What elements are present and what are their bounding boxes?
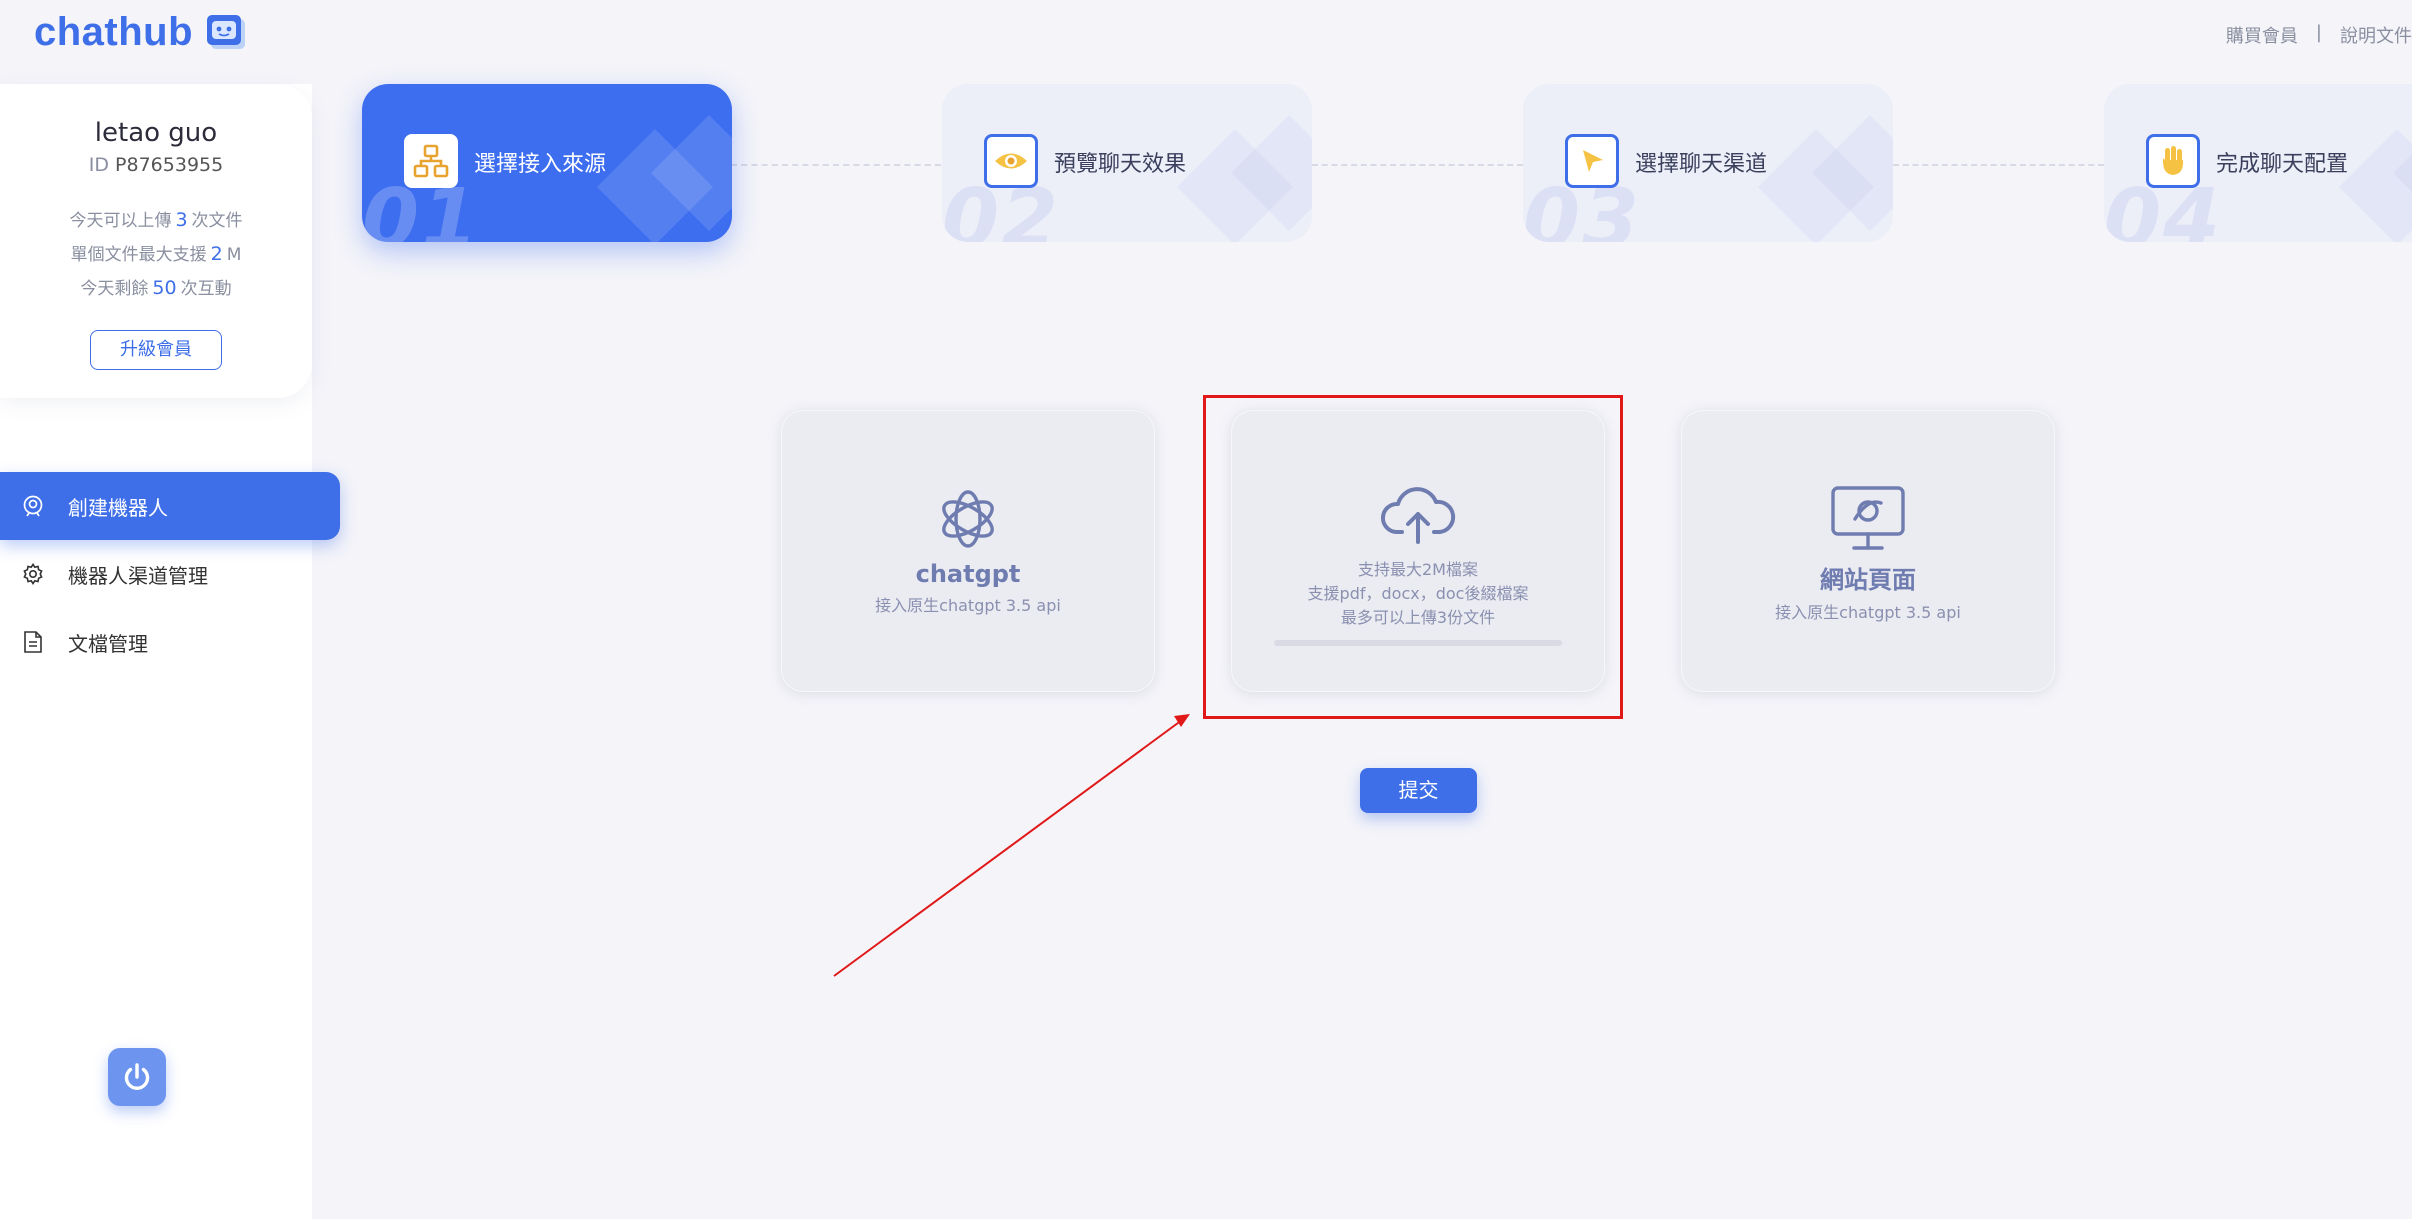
sidebar-item-document-management[interactable]: 文檔管理 bbox=[0, 608, 340, 676]
sidebar-item-label: 機器人渠道管理 bbox=[68, 563, 208, 588]
user-id: ID P87653955 bbox=[0, 154, 312, 176]
gear-icon bbox=[20, 561, 46, 587]
quota-uploads-unit: 次文件 bbox=[191, 211, 243, 231]
source-card-website[interactable]: 網站頁面 接入原生chatgpt 3.5 api bbox=[1681, 410, 2055, 692]
logo-text: chathub bbox=[34, 10, 194, 54]
step-4[interactable]: 04 完成聊天配置 bbox=[2104, 84, 2412, 242]
openai-icon bbox=[781, 484, 1155, 554]
quota-filesize-unit: M bbox=[226, 245, 242, 265]
user-name: letao guo bbox=[94, 118, 218, 148]
eye-icon bbox=[984, 134, 1038, 188]
website-icon bbox=[1681, 484, 2055, 554]
step-connector bbox=[1893, 164, 2104, 166]
card-title: chatgpt bbox=[915, 560, 1021, 588]
top-links-divider: | bbox=[2315, 22, 2322, 43]
sidebar-item-channel-management[interactable]: 機器人渠道管理 bbox=[0, 540, 340, 608]
step-label: 選擇聊天渠道 bbox=[1635, 152, 1768, 177]
robot-icon bbox=[20, 493, 46, 519]
sidebar-item-label: 文檔管理 bbox=[68, 631, 148, 656]
docs-link[interactable]: 說明文件 bbox=[2340, 22, 2412, 48]
buy-membership-link[interactable]: 購買會員 bbox=[2226, 22, 2298, 48]
sidebar-item-create-robot[interactable]: 創建機器人 bbox=[0, 472, 340, 540]
quota-row-filesize: 單個文件最大支援 2 M bbox=[0, 238, 312, 272]
step-label: 選擇接入來源 bbox=[474, 152, 607, 177]
quota-row-uploads: 今天可以上傳 3 次文件 bbox=[0, 204, 312, 238]
sidebar-menu: 創建機器人 機器人渠道管理 文檔管理 bbox=[0, 472, 340, 676]
quota-info: 今天可以上傳 3 次文件 單個文件最大支援 2 M 今天剩餘 50 次互動 bbox=[0, 204, 312, 306]
user-id-label: ID bbox=[88, 154, 109, 176]
card-subtitle: 接入原生chatgpt 3.5 api bbox=[875, 596, 1061, 615]
submit-button[interactable]: 提交 bbox=[1360, 768, 1477, 813]
quota-uploads-label: 今天可以上傳 bbox=[69, 211, 172, 231]
step-connector bbox=[1312, 164, 1523, 166]
quota-interactions-label: 今天剩餘 bbox=[80, 279, 149, 299]
quota-filesize-value: 2 bbox=[210, 243, 223, 265]
step-connector bbox=[731, 164, 941, 166]
robot-logo-icon bbox=[207, 14, 246, 49]
annotation-highlight-box bbox=[1203, 395, 1623, 719]
step-1[interactable]: 01 選擇接入來源 bbox=[362, 84, 732, 242]
step-2[interactable]: 02 預覽聊天效果 bbox=[942, 84, 1312, 242]
quota-filesize-label: 單個文件最大支援 bbox=[70, 245, 207, 265]
logout-button[interactable] bbox=[108, 1048, 166, 1106]
step-label: 完成聊天配置 bbox=[2216, 152, 2349, 177]
document-icon bbox=[20, 629, 46, 655]
source-card-chatgpt[interactable]: chatgpt 接入原生chatgpt 3.5 api bbox=[781, 410, 1155, 692]
hand-icon bbox=[2146, 134, 2200, 188]
step-label: 預覽聊天效果 bbox=[1054, 152, 1187, 177]
user-id-value: P87653955 bbox=[115, 154, 224, 176]
quota-uploads-value: 3 bbox=[175, 209, 188, 231]
sitemap-icon bbox=[404, 134, 458, 188]
card-title: 網站頁面 bbox=[1820, 566, 1916, 594]
quota-interactions-unit: 次互動 bbox=[180, 279, 232, 299]
top-links: 購買會員 | 說明文件 bbox=[2226, 22, 2412, 48]
upgrade-membership-button[interactable]: 升級會員 bbox=[90, 330, 222, 370]
power-icon bbox=[124, 1063, 150, 1090]
step-3[interactable]: 03 選擇聊天渠道 bbox=[1523, 84, 1893, 242]
quota-interactions-value: 50 bbox=[152, 277, 177, 299]
quota-row-interactions: 今天剩餘 50 次互動 bbox=[0, 272, 312, 306]
cursor-icon bbox=[1565, 134, 1619, 188]
logo[interactable]: chathub bbox=[34, 10, 247, 55]
user-card: letao guo ID P87653955 今天可以上傳 3 次文件 單個文件最大… bbox=[0, 84, 312, 398]
card-subtitle: 接入原生chatgpt 3.5 api bbox=[1775, 603, 1961, 622]
step-decoration bbox=[2339, 129, 2412, 242]
sidebar-item-label: 創建機器人 bbox=[68, 495, 168, 520]
